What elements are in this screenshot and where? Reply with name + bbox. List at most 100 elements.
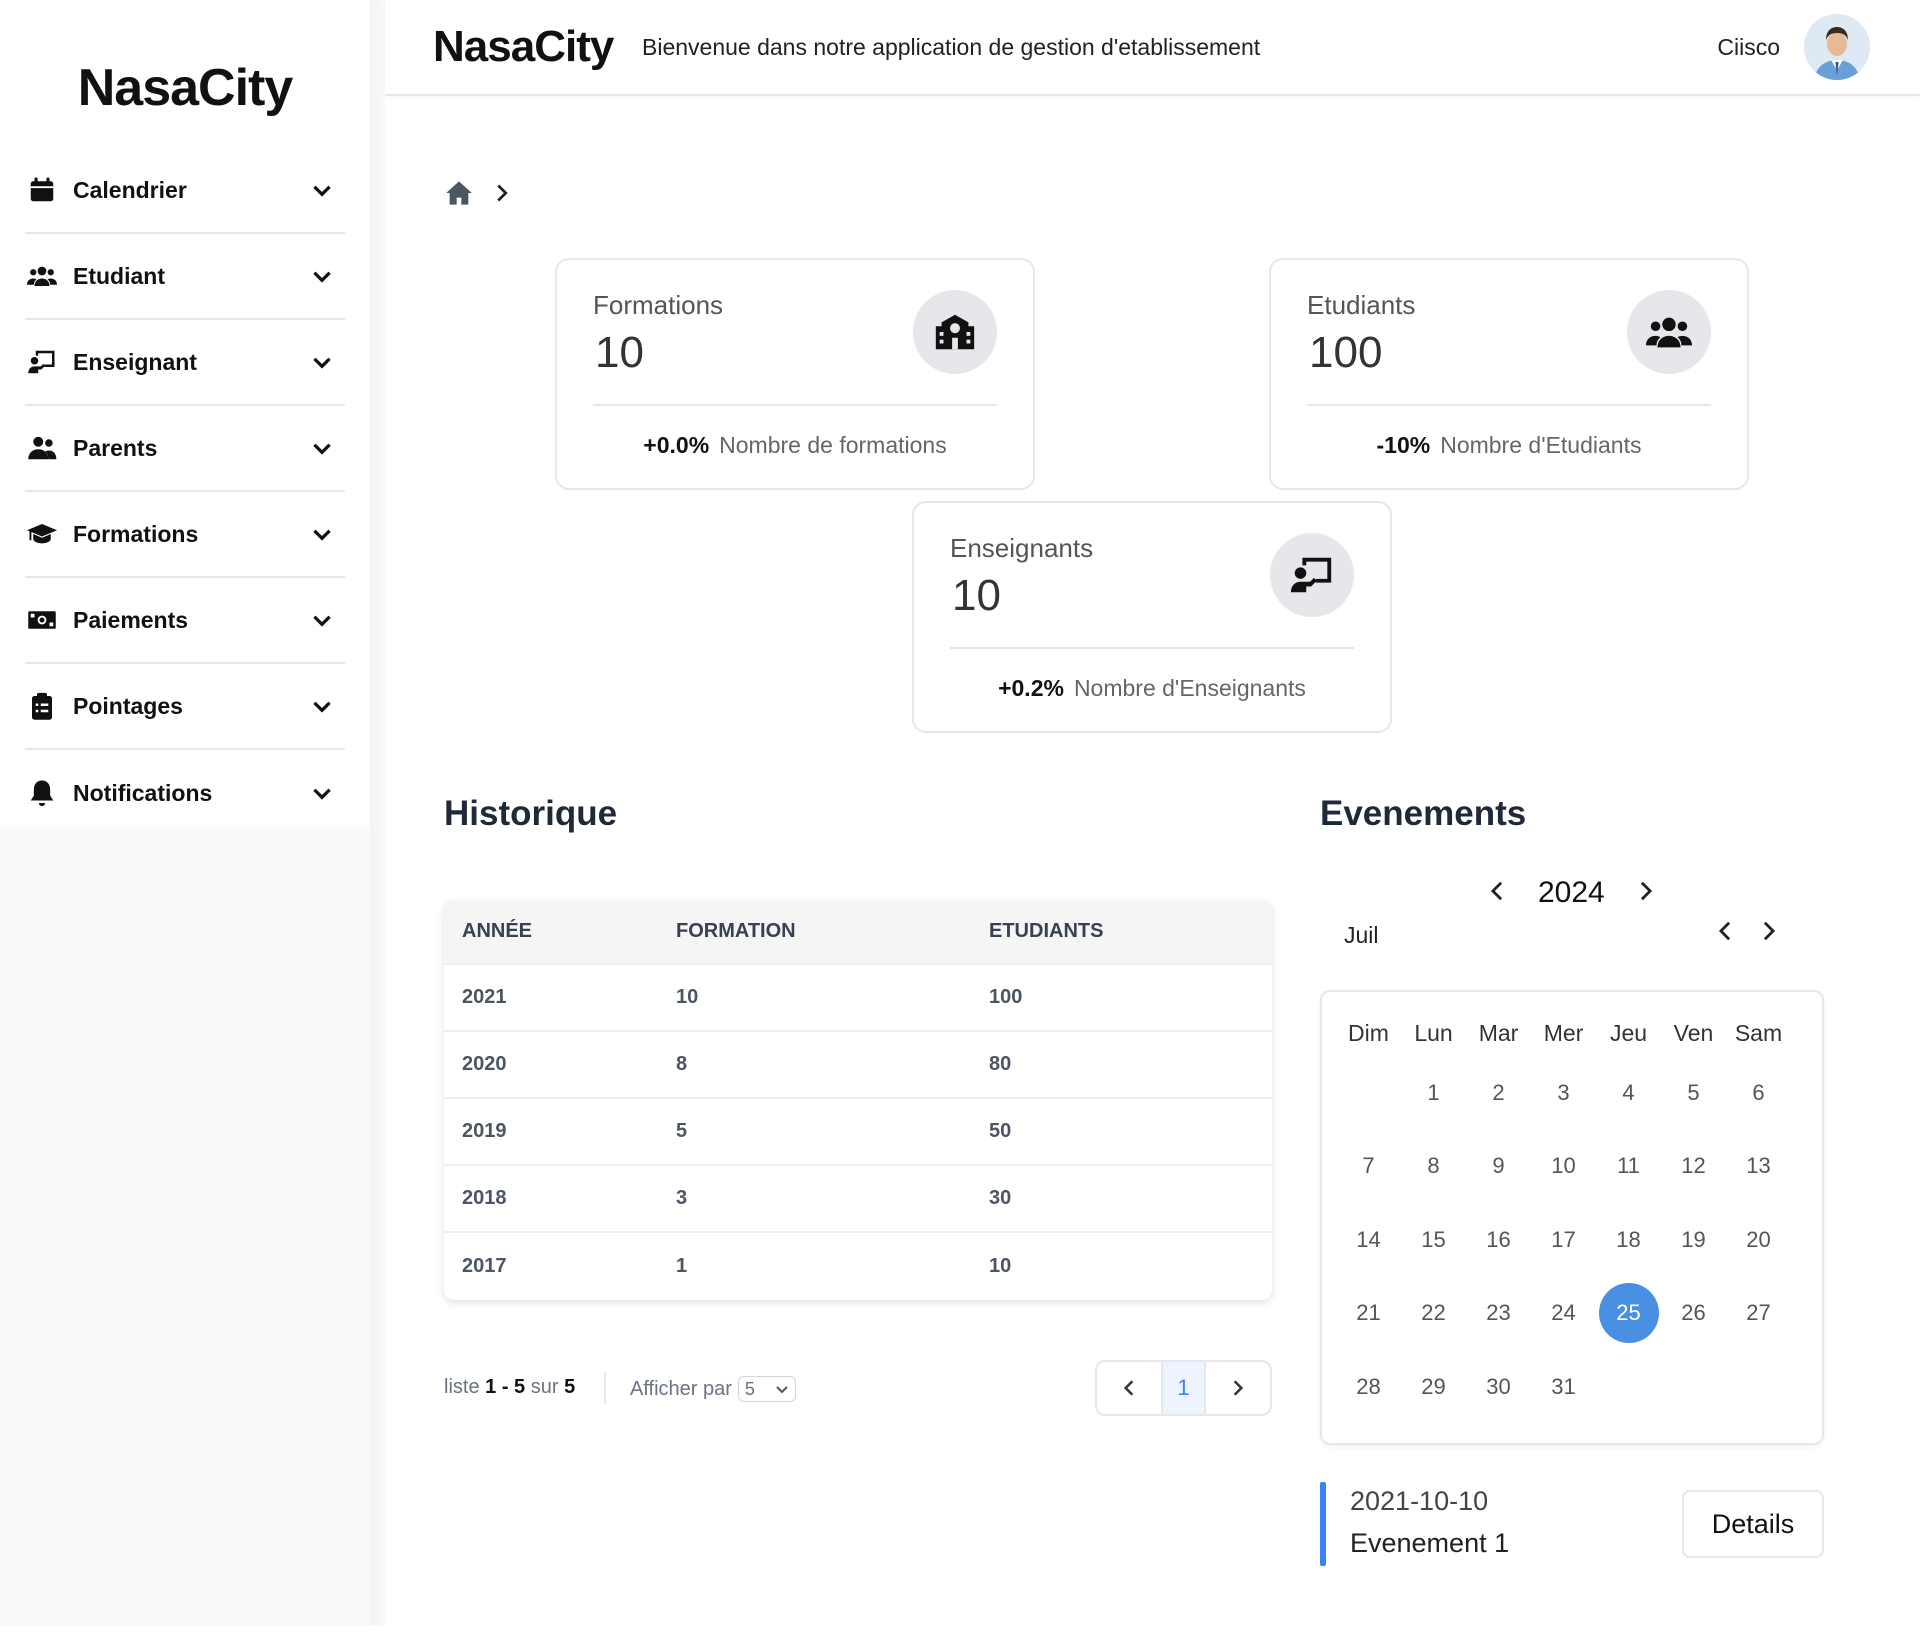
table-cell: 50	[971, 1097, 1272, 1165]
card-divider	[1307, 404, 1711, 406]
calendar-day[interactable]: 14	[1336, 1203, 1401, 1277]
card-caption: Nombre de formations	[719, 432, 947, 458]
sidebar-item-etudiant[interactable]: Etudiant	[25, 234, 345, 320]
calendar-day[interactable]: 16	[1466, 1203, 1531, 1277]
calendar-day[interactable]: 9	[1466, 1130, 1531, 1204]
card-caption: Nombre d'Etudiants	[1440, 432, 1642, 458]
table-header-row: ANNÉE FORMATION ETUDIANTS	[444, 900, 1272, 964]
calendar-day[interactable]: 29	[1401, 1350, 1466, 1424]
page-bottom	[0, 1626, 1920, 1651]
calendar-day[interactable]: 8	[1401, 1130, 1466, 1204]
card-delta: -10%	[1376, 432, 1431, 458]
calendar-day[interactable]: 3	[1531, 1056, 1596, 1130]
calendar-day[interactable]: 5	[1661, 1056, 1726, 1130]
previous-page-button[interactable]	[1097, 1362, 1161, 1414]
weekday-header: Ven	[1673, 1019, 1714, 1046]
chevron-down-icon	[309, 263, 335, 289]
next-year-button[interactable]	[1639, 880, 1653, 907]
sidebar-item-paiements[interactable]: Paiements	[25, 578, 345, 664]
sidebar-logo: NasaCity	[77, 59, 294, 117]
chevron-down-icon	[775, 1379, 789, 1400]
pagination-total: 5	[564, 1376, 576, 1398]
sidebar-item-enseignant[interactable]: Enseignant	[25, 320, 345, 406]
table-row[interactable]: 2020 8 80	[444, 1030, 1272, 1098]
sidebar-item-formations[interactable]: Formations	[25, 492, 345, 578]
weekday-header: Sam	[1734, 1019, 1783, 1046]
calendar-day[interactable]: 31	[1531, 1350, 1596, 1424]
previous-month-button[interactable]	[1718, 920, 1732, 947]
calendar-day[interactable]: 28	[1336, 1350, 1401, 1424]
calendar: Dim Lun Mar Mer Jeu Ven Sam 1 2 3 4 5 6 7 8 9 10 11 12 13 14…	[1320, 990, 1824, 1445]
home-icon[interactable]	[445, 180, 473, 206]
calendar-day[interactable]: 24	[1531, 1277, 1596, 1351]
card-title: Enseignants	[950, 533, 1094, 563]
calendar-day-selected[interactable]: 25	[1596, 1277, 1661, 1351]
calendar-day[interactable]: 7	[1336, 1130, 1401, 1204]
calendar-day[interactable]: 18	[1596, 1203, 1661, 1277]
header-user-name[interactable]: Ciisco	[1717, 34, 1780, 61]
calendar-day[interactable]: 1	[1401, 1056, 1466, 1130]
next-month-button[interactable]	[1762, 920, 1776, 947]
card-delta: +0.0%	[643, 432, 710, 458]
table-row[interactable]: 2019 5 50	[444, 1097, 1272, 1165]
calendar-day[interactable]: 21	[1336, 1277, 1401, 1351]
previous-year-button[interactable]	[1490, 880, 1504, 907]
page-button[interactable]: 1	[1161, 1362, 1206, 1414]
event-accent-bar	[1320, 1482, 1326, 1566]
calendar-day[interactable]: 2	[1466, 1056, 1531, 1130]
sidebar-item-calendrier[interactable]: Calendrier	[25, 148, 345, 234]
table-cell: 10	[658, 963, 971, 1031]
calendar-grid: Dim Lun Mar Mer Jeu Ven Sam 1 2 3 4 5 6 7 8 9 10 11 12 13 14…	[1336, 1010, 1812, 1424]
school-icon	[935, 314, 975, 350]
sidebar-item-label: Calendrier	[73, 176, 187, 203]
sidebar-item-parents[interactable]: Parents	[25, 406, 345, 492]
stat-card-formations: Formations 10 +0.0% Nombre de formations	[555, 258, 1035, 490]
calendar-day[interactable]: 11	[1596, 1130, 1661, 1204]
per-page-select[interactable]: 5	[737, 1376, 796, 1402]
calendar-day[interactable]: 17	[1531, 1203, 1596, 1277]
weekday-header: Jeu	[1609, 1019, 1648, 1046]
historique-title: Historique	[444, 794, 618, 833]
sidebar-item-notifications[interactable]: Notifications	[25, 750, 345, 836]
calendar-day[interactable]: 27	[1726, 1277, 1791, 1351]
table-row[interactable]: 2018 3 30	[444, 1164, 1272, 1232]
calendar-day[interactable]: 19	[1661, 1203, 1726, 1277]
calendar-day[interactable]: 15	[1401, 1203, 1466, 1277]
users-icon	[1646, 317, 1692, 348]
header-welcome-text: Bienvenue dans notre application de gest…	[642, 34, 1261, 60]
weekday-header: Mar	[1478, 1019, 1519, 1046]
calendar-day[interactable]: 26	[1661, 1277, 1726, 1351]
table-cell: 30	[971, 1164, 1272, 1232]
table-row[interactable]: 2021 10 100	[444, 963, 1272, 1031]
calendar-day[interactable]: 20	[1726, 1203, 1791, 1277]
event-name: Evenement 1	[1350, 1528, 1510, 1558]
pager: 1	[1095, 1360, 1272, 1416]
per-page: Afficher par 5	[630, 1376, 796, 1402]
stat-card-enseignants: Enseignants 10 +0.2% Nombre d'Enseignants	[912, 501, 1392, 733]
pagination-of: sur	[530, 1376, 559, 1398]
avatar[interactable]	[1804, 14, 1870, 80]
calendar-day[interactable]: 10	[1531, 1130, 1596, 1204]
calendar-day[interactable]: 6	[1726, 1056, 1791, 1130]
calendar-day[interactable]: 22	[1401, 1277, 1466, 1351]
column-header[interactable]: ANNÉE	[444, 900, 658, 964]
card-footer: +0.2% Nombre d'Enseignants	[914, 675, 1390, 702]
per-page-label: Afficher par	[630, 1377, 732, 1400]
sidebar-item-label: Pointages	[73, 692, 183, 719]
calendar-day[interactable]: 4	[1596, 1056, 1661, 1130]
calendar-day[interactable]: 23	[1466, 1277, 1531, 1351]
column-header[interactable]: FORMATION	[658, 900, 971, 964]
table-cell: 80	[971, 1030, 1272, 1098]
sidebar-item-label: Notifications	[73, 779, 213, 806]
column-header[interactable]: ETUDIANTS	[971, 900, 1272, 964]
next-page-button[interactable]	[1206, 1362, 1270, 1414]
calendar-day[interactable]: 12	[1661, 1130, 1726, 1204]
calendar-day[interactable]: 30	[1466, 1350, 1531, 1424]
calendar-day[interactable]: 13	[1726, 1130, 1791, 1204]
pagination-prefix: liste	[444, 1376, 480, 1398]
sidebar-item-pointages[interactable]: Pointages	[25, 664, 345, 750]
table-row[interactable]: 2017 1 10	[444, 1231, 1272, 1299]
details-button[interactable]: Details	[1682, 1490, 1824, 1558]
card-title: Etudiants	[1307, 290, 1416, 320]
card-value: 10	[595, 328, 644, 377]
